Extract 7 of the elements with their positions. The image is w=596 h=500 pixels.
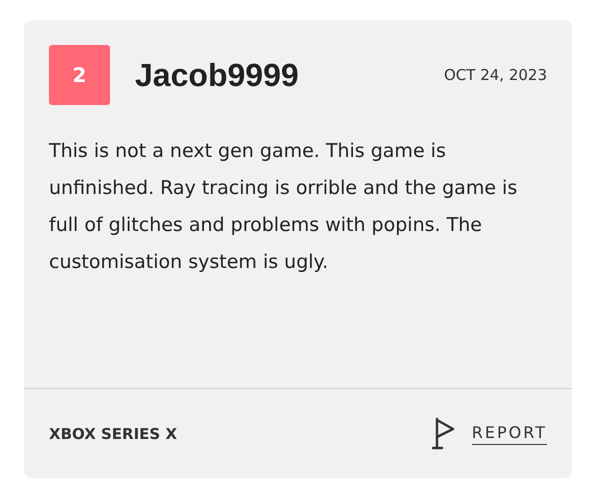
username: Jacob9999 [135,56,299,94]
report-link[interactable]: REPORT [472,422,547,444]
platform-label: XBOX SERIES X [49,424,178,442]
review-date: OCT 24, 2023 [444,66,547,84]
score-badge: 2 [49,45,110,105]
flag-icon[interactable] [432,416,456,450]
review-text: This is not a next gen game. This game is unfinished. Ray tracing is orrible and the game is full of glitches and problems with popins. The customisation system is ugly. [49,139,518,275]
